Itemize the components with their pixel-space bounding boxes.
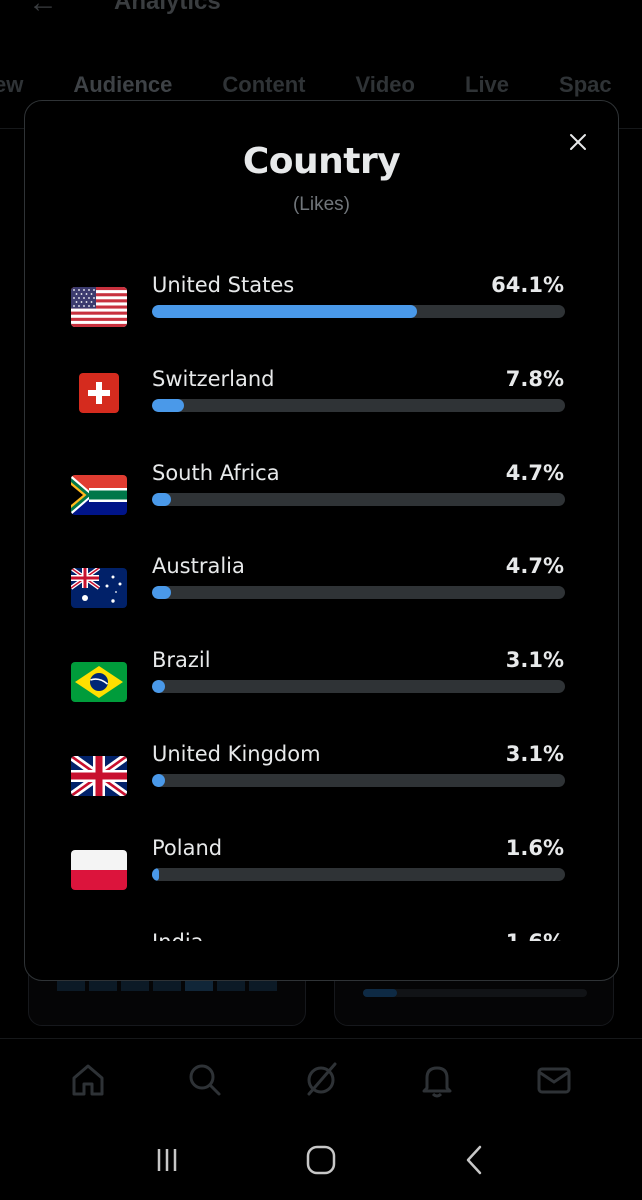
poland-flag-icon (71, 849, 127, 890)
modal-title: Country (242, 141, 401, 182)
list-item: United Kingdom 3.1% (25, 738, 618, 832)
south-africa-flag-icon (71, 474, 127, 515)
tab-overview: ew (0, 72, 24, 97)
tab-video: Video (355, 72, 415, 97)
list-item: India 1.6% (25, 926, 618, 941)
country-modal: Country (Likes) United States 64.1% Swit… (24, 100, 619, 981)
list-item: Poland 1.6% (25, 832, 618, 926)
country-list[interactable]: United States 64.1% Switzerland 7.8% Sou… (25, 269, 618, 941)
list-item: Brazil 3.1% (25, 644, 618, 738)
list-item: United States 64.1% (25, 269, 618, 363)
progress-track (152, 680, 565, 694)
progress-track (152, 305, 565, 318)
country-name: Switzerland (152, 366, 275, 391)
country-percent: 1.6% (506, 930, 564, 941)
tab-spaces: Spac (559, 72, 612, 97)
modal-subtitle: (Likes) (292, 194, 350, 215)
progress-fill (152, 867, 159, 881)
home-icon[interactable] (68, 1060, 108, 1100)
system-navigation-bar (0, 1120, 642, 1200)
recent-apps-icon (157, 1149, 177, 1171)
background-mini-chart (57, 981, 277, 991)
country-name: Poland (152, 835, 223, 860)
progress-fill (152, 492, 172, 506)
search-icon[interactable] (185, 1060, 225, 1100)
country-percent: 3.1% (505, 648, 564, 673)
background-mini-bar (363, 989, 587, 997)
tab-content: Content (222, 72, 306, 97)
progress-fill (152, 586, 172, 600)
country-name: India (152, 930, 204, 941)
messages-icon[interactable] (534, 1060, 574, 1100)
list-item: Australia 4.7% (25, 550, 618, 644)
back-icon (466, 1145, 482, 1175)
country-percent: 64.1% (491, 273, 564, 297)
country-percent: 4.7% (505, 460, 564, 485)
progress-fill (152, 680, 165, 694)
page-title: Analytics (114, 0, 221, 15)
bottom-nav (0, 1038, 642, 1120)
recent-apps-button[interactable] (147, 1140, 187, 1180)
list-item: South Africa 4.7% (25, 457, 618, 551)
us-flag-icon (71, 287, 127, 327)
australia-flag-icon (71, 568, 127, 609)
country-percent: 4.7% (505, 554, 564, 579)
progress-track (152, 586, 565, 600)
progress-fill (152, 773, 165, 787)
progress-track (152, 398, 565, 412)
country-name: Australia (152, 554, 245, 579)
back-button[interactable] (455, 1140, 495, 1180)
country-name: South Africa (152, 460, 280, 485)
country-name: United States (152, 273, 295, 297)
list-item: Switzerland 7.8% (25, 363, 618, 457)
tab-live: Live (465, 72, 510, 97)
switzerland-flag-icon (79, 372, 119, 413)
home-button-icon (306, 1145, 336, 1175)
country-percent: 7.8% (505, 366, 564, 391)
tab-audience: Audience (73, 72, 173, 97)
progress-fill (152, 305, 417, 318)
progress-track (152, 492, 565, 506)
analytics-tabs: ew Audience Content Video Live Spac (0, 72, 642, 98)
home-button[interactable] (301, 1140, 341, 1180)
country-name: United Kingdom (152, 741, 321, 766)
progress-track (152, 867, 565, 881)
notifications-icon[interactable] (417, 1060, 457, 1100)
country-percent: 3.1% (505, 741, 564, 766)
country-name: Brazil (152, 648, 211, 673)
back-arrow-icon: ← (28, 0, 58, 19)
grok-icon[interactable] (301, 1060, 341, 1100)
country-percent: 1.6% (505, 835, 564, 860)
uk-flag-icon (71, 755, 127, 796)
progress-track (152, 773, 565, 787)
progress-fill (152, 398, 185, 412)
brazil-flag-icon (71, 662, 127, 703)
